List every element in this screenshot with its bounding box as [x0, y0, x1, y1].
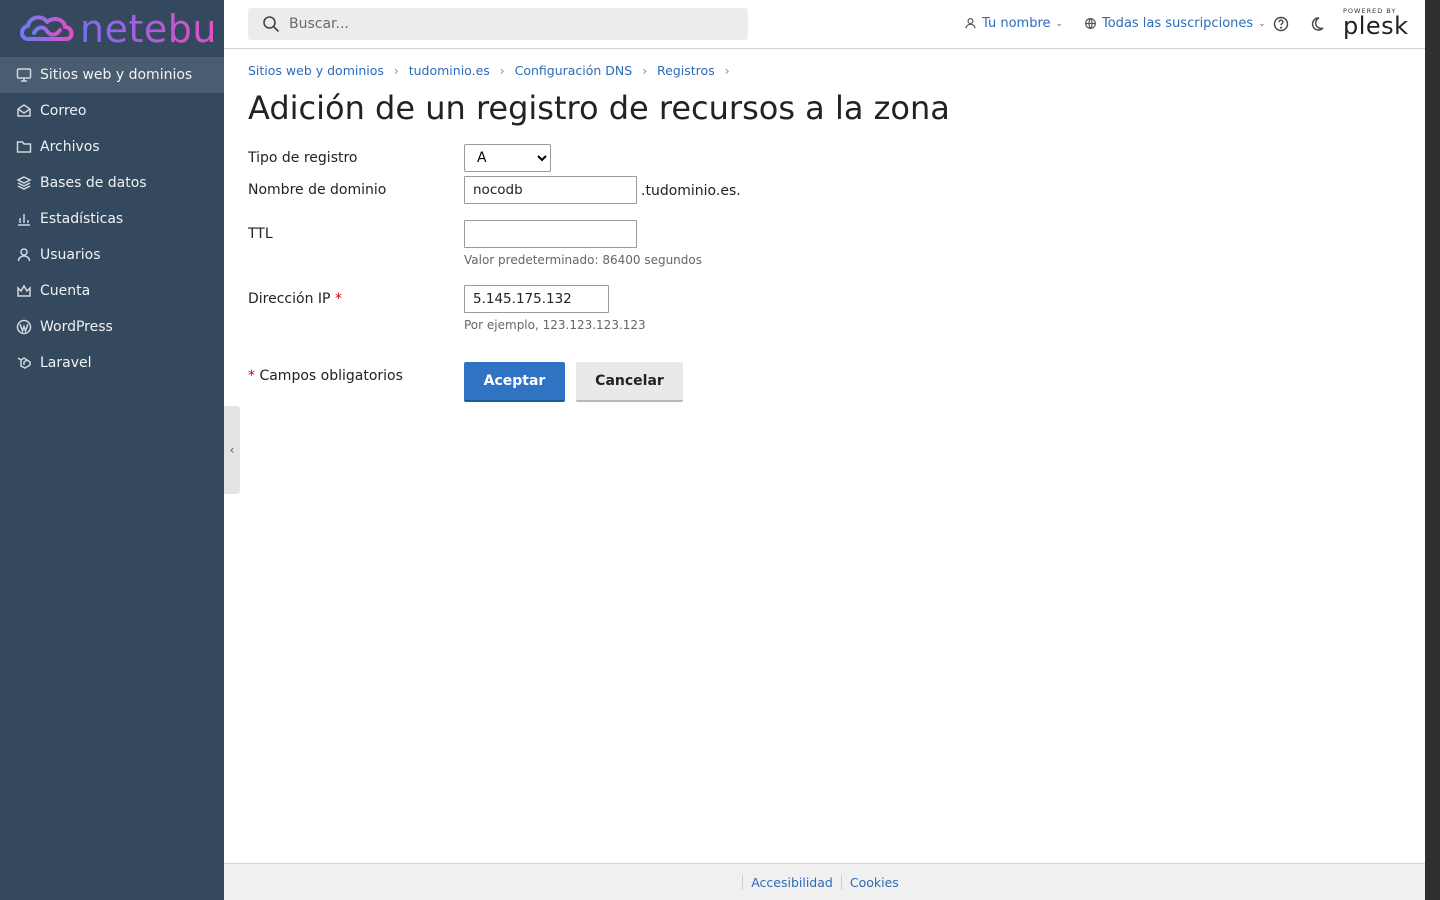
user-menu-label: Tu nombre [982, 16, 1051, 31]
chevron-right-icon: › [393, 63, 399, 78]
sidebar-item-label: Estadísticas [40, 211, 124, 227]
sidebar-item-statistics[interactable]: Estadísticas [0, 201, 224, 237]
wordpress-icon [16, 319, 32, 335]
breadcrumb-link[interactable]: Sitios web y dominios [248, 63, 384, 78]
footer: Accesibilidad Cookies [224, 863, 1425, 900]
search-icon [263, 16, 280, 33]
required-fields-text: Campos obligatorios [259, 368, 403, 384]
sidebar-item-files[interactable]: Archivos [0, 129, 224, 165]
ttl-field [464, 220, 637, 248]
domain-name-field [464, 176, 637, 204]
record-type-select[interactable]: A [464, 144, 551, 172]
ip-address-input[interactable] [464, 285, 609, 313]
chevron-down-icon: ⌄ [1055, 18, 1064, 29]
search-box[interactable] [248, 8, 748, 40]
ip-address-label: Dirección IP * [248, 291, 342, 307]
chevron-down-icon: ⌄ [1258, 18, 1266, 29]
domain-suffix: .tudominio.es. [641, 183, 741, 199]
sidebar-item-label: Laravel [40, 355, 92, 371]
subscriptions-menu-label: Todas las suscripciones [1102, 16, 1254, 31]
sidebar-item-mail[interactable]: Correo [0, 93, 224, 129]
record-type-field: A [464, 144, 551, 172]
cloud-infinity-icon [20, 14, 74, 41]
crown-icon [16, 283, 32, 299]
sidebar-item-label: Archivos [40, 139, 100, 155]
breadcrumb-link[interactable]: Registros [657, 63, 715, 78]
ttl-input[interactable] [464, 220, 637, 248]
required-marker: * [248, 368, 255, 384]
search-input[interactable] [289, 16, 689, 32]
ip-address-label-text: Dirección IP [248, 291, 331, 307]
sidebar-item-label: Correo [40, 103, 87, 119]
help-icon [1273, 16, 1289, 32]
footer-link-accessibility[interactable]: Accesibilidad [742, 874, 841, 890]
subscriptions-menu[interactable]: Todas las suscripciones ⌄ [1084, 16, 1266, 31]
sidebar-item-account[interactable]: Cuenta [0, 273, 224, 309]
moon-icon [1311, 17, 1324, 31]
brand-logo[interactable]: netebu [0, 0, 224, 57]
user-menu[interactable]: Tu nombre ⌄ [964, 16, 1063, 31]
help-button[interactable] [1271, 14, 1291, 34]
page-scrollbar[interactable] [1425, 0, 1440, 900]
chevron-left-icon: ‹ [229, 443, 235, 457]
sidebar-collapse-toggle[interactable]: ‹ [224, 406, 240, 494]
sidebar-item-label: Sitios web y dominios [40, 67, 193, 83]
sidebar-item-label: Bases de datos [40, 175, 147, 191]
breadcrumb: Sitios web y dominios › tudominio.es › C… [248, 63, 740, 78]
cancel-button[interactable]: Cancelar [576, 362, 683, 402]
ip-address-hint: Por ejemplo, 123.123.123.123 [464, 318, 646, 332]
user-icon [965, 18, 976, 29]
ttl-label: TTL [248, 226, 273, 242]
sidebar-item-wordpress[interactable]: WordPress [0, 309, 224, 345]
required-marker: * [334, 291, 342, 307]
sidebar-item-users[interactable]: Usuarios [0, 237, 224, 273]
page-title: Adición de un registro de recursos a la … [248, 89, 950, 127]
dark-mode-toggle[interactable] [1307, 14, 1327, 34]
monitor-icon [16, 67, 32, 83]
record-type-label: Tipo de registro [248, 150, 358, 166]
database-layers-icon [16, 175, 32, 191]
chevron-right-icon: › [499, 63, 505, 78]
sidebar: netebu Sitios web y dominios Correo Arch… [0, 0, 224, 900]
breadcrumb-link[interactable]: tudominio.es [409, 63, 490, 78]
laravel-icon [16, 355, 32, 371]
chevron-right-icon: › [724, 63, 730, 78]
sidebar-item-websites[interactable]: Sitios web y dominios [0, 57, 224, 93]
sidebar-item-laravel[interactable]: Laravel [0, 345, 224, 381]
sidebar-item-label: Cuenta [40, 283, 91, 299]
folder-icon [16, 139, 32, 155]
ttl-hint: Valor predeterminado: 86400 segundos [464, 253, 702, 267]
plesk-logo[interactable]: POWERED BY plesk [1343, 7, 1409, 40]
brand-name: netebu [80, 6, 217, 51]
footer-link-cookies[interactable]: Cookies [840, 874, 907, 890]
plesk-wordmark: plesk [1343, 12, 1409, 40]
top-header: Tu nombre ⌄ Todas las suscripciones ⌄ PO… [224, 0, 1425, 49]
domain-name-label: Nombre de dominio [248, 182, 387, 198]
globe-icon [1085, 18, 1096, 29]
sidebar-item-label: WordPress [40, 319, 113, 335]
chevron-right-icon: › [642, 63, 648, 78]
user-icon [16, 247, 32, 263]
domain-name-input[interactable] [464, 176, 637, 204]
breadcrumb-link[interactable]: Configuración DNS [515, 63, 633, 78]
ip-address-field [464, 285, 609, 313]
envelope-icon [16, 103, 32, 119]
accept-button[interactable]: Aceptar [464, 362, 565, 402]
sidebar-item-databases[interactable]: Bases de datos [0, 165, 224, 201]
sidebar-item-label: Usuarios [40, 247, 101, 263]
required-fields-note: * Campos obligatorios [248, 368, 403, 384]
bar-chart-icon [16, 211, 32, 227]
